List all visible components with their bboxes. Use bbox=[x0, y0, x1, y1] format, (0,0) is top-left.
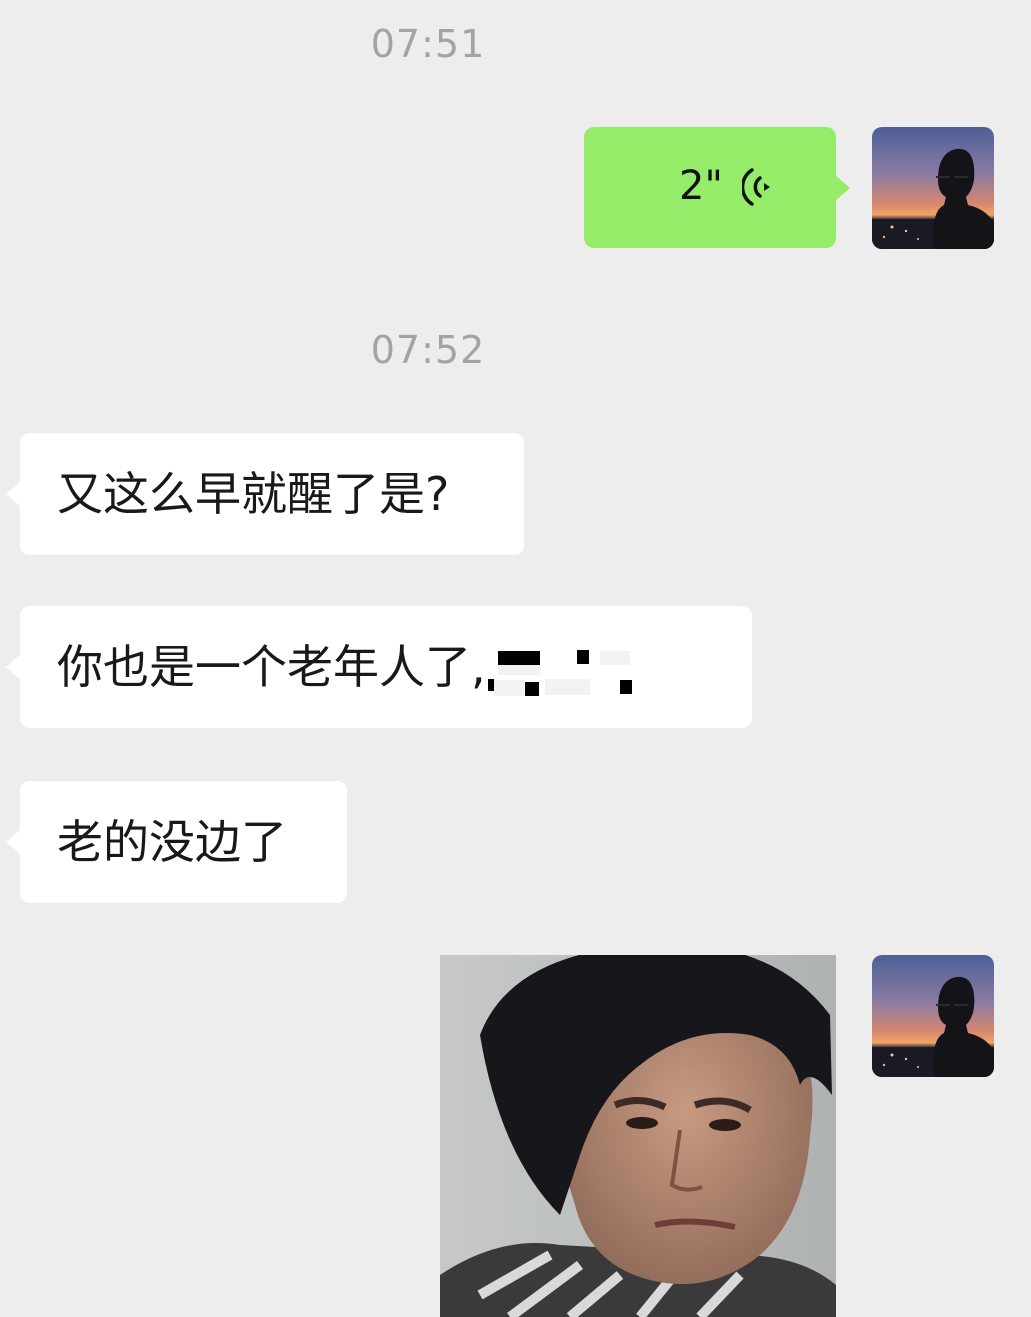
timestamp: 07:51 bbox=[370, 22, 486, 66]
message-text: 又这么早就醒了是? bbox=[57, 467, 450, 521]
text-message-bubble[interactable]: 又这么早就醒了是? bbox=[6, 433, 524, 555]
text-message-bubble[interactable]: 老的没边了 bbox=[6, 781, 347, 903]
text-message-bubble[interactable]: 你也是一个老年人了, bbox=[6, 606, 752, 728]
voice-message-bubble[interactable]: 2" bbox=[584, 127, 850, 248]
self-avatar[interactable] bbox=[872, 127, 994, 249]
message-text: 老的没边了 bbox=[57, 815, 287, 869]
voice-wave-icon bbox=[740, 165, 778, 213]
timestamp: 07:52 bbox=[370, 328, 486, 372]
message-text: 你也是一个老年人了, bbox=[57, 640, 486, 694]
image-message[interactable] bbox=[440, 955, 836, 1317]
self-avatar[interactable] bbox=[872, 955, 994, 1077]
voice-duration: 2" bbox=[679, 163, 723, 209]
mosaic-redaction bbox=[487, 646, 705, 696]
